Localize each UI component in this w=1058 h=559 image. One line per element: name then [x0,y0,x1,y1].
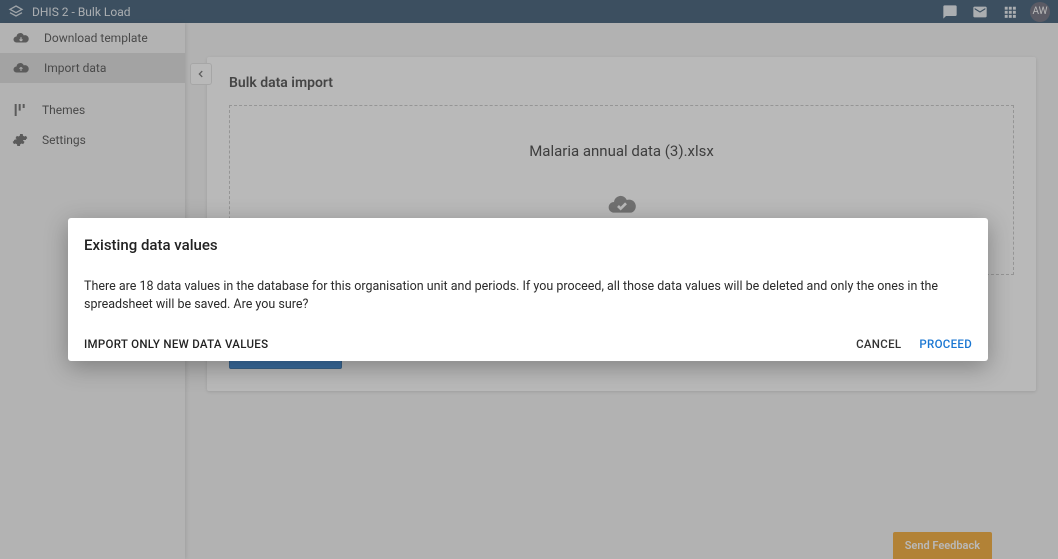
dialog-actions: IMPORT ONLY NEW DATA VALUES CANCEL PROCE… [84,337,972,351]
proceed-button[interactable]: PROCEED [919,337,972,351]
dialog-title: Existing data values [84,236,972,254]
cancel-button[interactable]: CANCEL [856,337,901,351]
import-only-new-button[interactable]: IMPORT ONLY NEW DATA VALUES [84,337,268,351]
dialog-body: There are 18 data values in the database… [84,278,972,313]
confirm-dialog: Existing data values There are 18 data v… [68,218,988,361]
